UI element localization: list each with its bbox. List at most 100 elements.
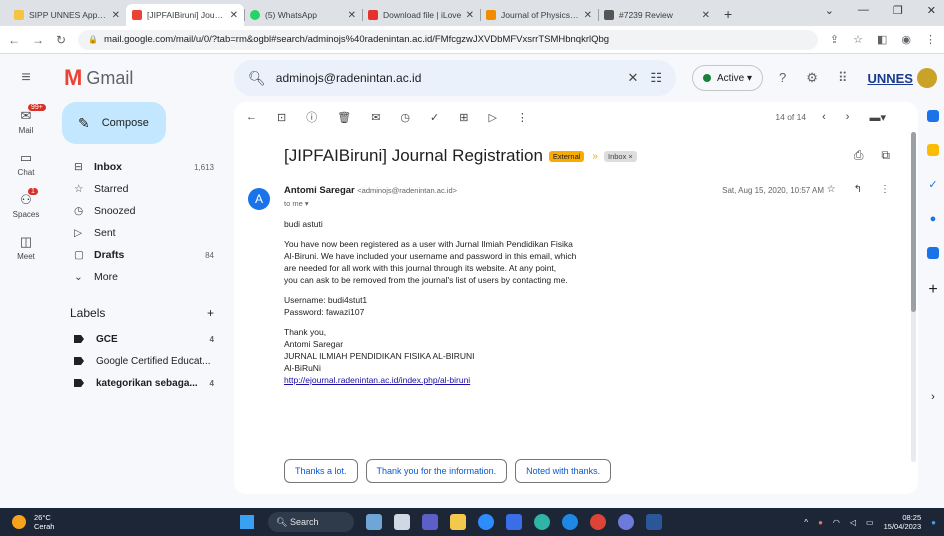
compose-button[interactable]: ✎ Compose	[62, 102, 166, 144]
input-tools-icon[interactable]: ▬▾	[869, 111, 886, 124]
browser-tab[interactable]: SIPP UNNES Applicat ✕	[8, 4, 126, 26]
search-icon[interactable]: 🔍︎	[248, 70, 266, 87]
browser-tab-active[interactable]: [JIPFAIBiruni] Journal ✕	[126, 4, 244, 26]
bookmark-star-icon[interactable]: ☆	[853, 33, 863, 46]
status-dropdown[interactable]: Active ▾	[692, 65, 764, 91]
chrome-icon[interactable]	[590, 514, 606, 530]
get-addons-icon[interactable]: +	[928, 281, 937, 299]
contacts-icon[interactable]: ●	[930, 213, 937, 225]
close-tab-icon[interactable]: ✕	[702, 10, 710, 21]
smart-reply-button[interactable]: Thanks a lot.	[284, 459, 358, 483]
task-view-icon[interactable]	[394, 514, 410, 530]
search-input[interactable]: adminojs@radenintan.ac.id	[276, 71, 616, 85]
clock[interactable]: 08:25 15/04/2023	[884, 513, 922, 531]
mark-unread-icon[interactable]: ✉	[371, 111, 380, 124]
widgets-icon[interactable]	[366, 514, 382, 530]
sidebar-item-starred[interactable]: ☆ Starred	[56, 178, 228, 200]
newer-icon[interactable]: ‹	[822, 111, 826, 123]
reply-icon[interactable]: ↰	[854, 184, 862, 195]
rail-chat[interactable]: ▭ Chat	[0, 144, 52, 182]
main-menu-icon[interactable]: ≡	[6, 69, 46, 87]
label-item[interactable]: Google Certified Educat...	[56, 350, 228, 372]
back-icon[interactable]: ←	[8, 33, 20, 47]
browser-tab[interactable]: #7239 Review ✕	[598, 4, 716, 26]
file-explorer-icon[interactable]	[450, 514, 466, 530]
sidepanel-icon[interactable]: ◧	[877, 33, 887, 46]
close-tab-icon[interactable]: ✕	[466, 10, 474, 21]
forward-icon[interactable]: →	[32, 33, 44, 47]
label-item[interactable]: GCE 4	[56, 328, 228, 350]
menu-icon[interactable]: ⋮	[925, 33, 936, 46]
label-icon[interactable]: ▷	[488, 111, 496, 124]
recipient-toggle[interactable]: to me ▾	[284, 199, 309, 208]
report-spam-icon[interactable]: ⓘ	[306, 109, 317, 125]
close-tab-icon[interactable]: ✕	[112, 10, 120, 21]
smart-reply-button[interactable]: Noted with thanks.	[515, 459, 612, 483]
sidebar-item-more[interactable]: ⌄ More	[56, 266, 228, 288]
browser-tab[interactable]: (5) WhatsApp ✕	[244, 4, 362, 26]
help-icon[interactable]: ?	[779, 70, 786, 86]
account-avatar[interactable]	[916, 68, 937, 88]
new-tab-button[interactable]: +	[716, 6, 740, 26]
scrollbar[interactable]	[911, 132, 916, 462]
close-window-icon[interactable]: ✕	[927, 4, 936, 17]
settings-gear-icon[interactable]: ⚙	[806, 70, 818, 86]
sender-avatar[interactable]: A	[248, 188, 270, 210]
smart-reply-button[interactable]: Thank you for the information.	[365, 459, 508, 483]
meet-addon-icon[interactable]	[927, 247, 939, 259]
word-icon[interactable]	[646, 514, 662, 530]
app-icon[interactable]	[618, 514, 634, 530]
sidebar-item-sent[interactable]: ▷ Sent	[56, 222, 228, 244]
reload-icon[interactable]: ↻	[56, 33, 66, 47]
browser-tab[interactable]: Journal of Physics: Co ✕	[480, 4, 598, 26]
importance-marker-icon[interactable]: »	[592, 151, 598, 162]
back-arrow-icon[interactable]: ←	[246, 111, 257, 123]
journal-link[interactable]: http://ejournal.radenintan.ac.id/index.p…	[284, 375, 470, 385]
tab-search-icon[interactable]: ⌄	[825, 4, 834, 17]
label-item[interactable]: kategorikan sebaga... 4	[56, 372, 228, 394]
rail-meet[interactable]: ◫ Meet	[0, 228, 52, 266]
rail-mail[interactable]: ✉ 99+ Mail	[0, 102, 52, 140]
close-tab-icon[interactable]: ✕	[230, 10, 238, 21]
show-hidden-icon[interactable]: ^	[804, 518, 808, 527]
add-label-icon[interactable]: +	[207, 306, 214, 320]
rail-spaces[interactable]: ⚇ 1 Spaces	[0, 186, 52, 224]
add-task-icon[interactable]: ✓	[430, 111, 439, 124]
print-icon[interactable]: ⎙	[854, 148, 864, 163]
expand-panel-icon[interactable]: ›	[931, 391, 935, 403]
sidebar-item-inbox[interactable]: ⊟ Inbox 1,613	[56, 156, 228, 178]
search-options-icon[interactable]: ☷	[650, 70, 662, 86]
maximize-icon[interactable]: ❐	[893, 4, 903, 17]
new-window-icon[interactable]: ⧉	[881, 148, 890, 163]
volume-icon[interactable]: ◁	[850, 518, 856, 527]
tray-app-icon[interactable]: ●	[818, 518, 823, 527]
browser-tab[interactable]: Download file | iLove ✕	[362, 4, 480, 26]
clear-search-icon[interactable]: ✕	[627, 70, 638, 86]
chat-app-icon[interactable]	[422, 514, 438, 530]
apps-grid-icon[interactable]: ⠿	[838, 70, 848, 86]
move-to-icon[interactable]: ⊞	[459, 111, 468, 124]
minimize-icon[interactable]: —	[858, 4, 869, 17]
zoom-icon[interactable]	[478, 514, 494, 530]
inbox-label-chip[interactable]: Inbox ×	[603, 150, 637, 162]
notification-icon[interactable]: ●	[931, 518, 936, 527]
calendar-icon[interactable]	[927, 110, 939, 122]
more-icon[interactable]: ⋮	[517, 111, 528, 124]
wifi-icon[interactable]: ◠	[833, 518, 840, 527]
taskbar-search[interactable]: 🔍︎ Search	[268, 512, 354, 532]
url-field[interactable]: 🔒 mail.google.com/mail/u/0/?tab=rm&ogbl#…	[78, 29, 818, 50]
share-icon[interactable]: ⇪	[830, 33, 839, 46]
sender-name[interactable]: Antomi Saregar	[284, 185, 355, 196]
search-bar[interactable]: 🔍︎ adminojs@radenintan.ac.id ✕ ☷	[234, 60, 676, 96]
org-logo[interactable]: UNNES	[867, 71, 913, 86]
delete-icon[interactable]: 🗑︎	[337, 111, 351, 124]
more-icon[interactable]: ⋮	[880, 184, 890, 195]
calendar-app-icon[interactable]	[506, 514, 522, 530]
keep-icon[interactable]	[927, 144, 939, 156]
tasks-icon[interactable]: ✓	[928, 178, 937, 191]
start-button[interactable]	[240, 515, 254, 529]
battery-icon[interactable]: ▭	[866, 518, 874, 527]
sidebar-item-snoozed[interactable]: ◷ Snoozed	[56, 200, 228, 222]
close-tab-icon[interactable]: ✕	[584, 10, 592, 21]
edge-icon[interactable]	[534, 514, 550, 530]
